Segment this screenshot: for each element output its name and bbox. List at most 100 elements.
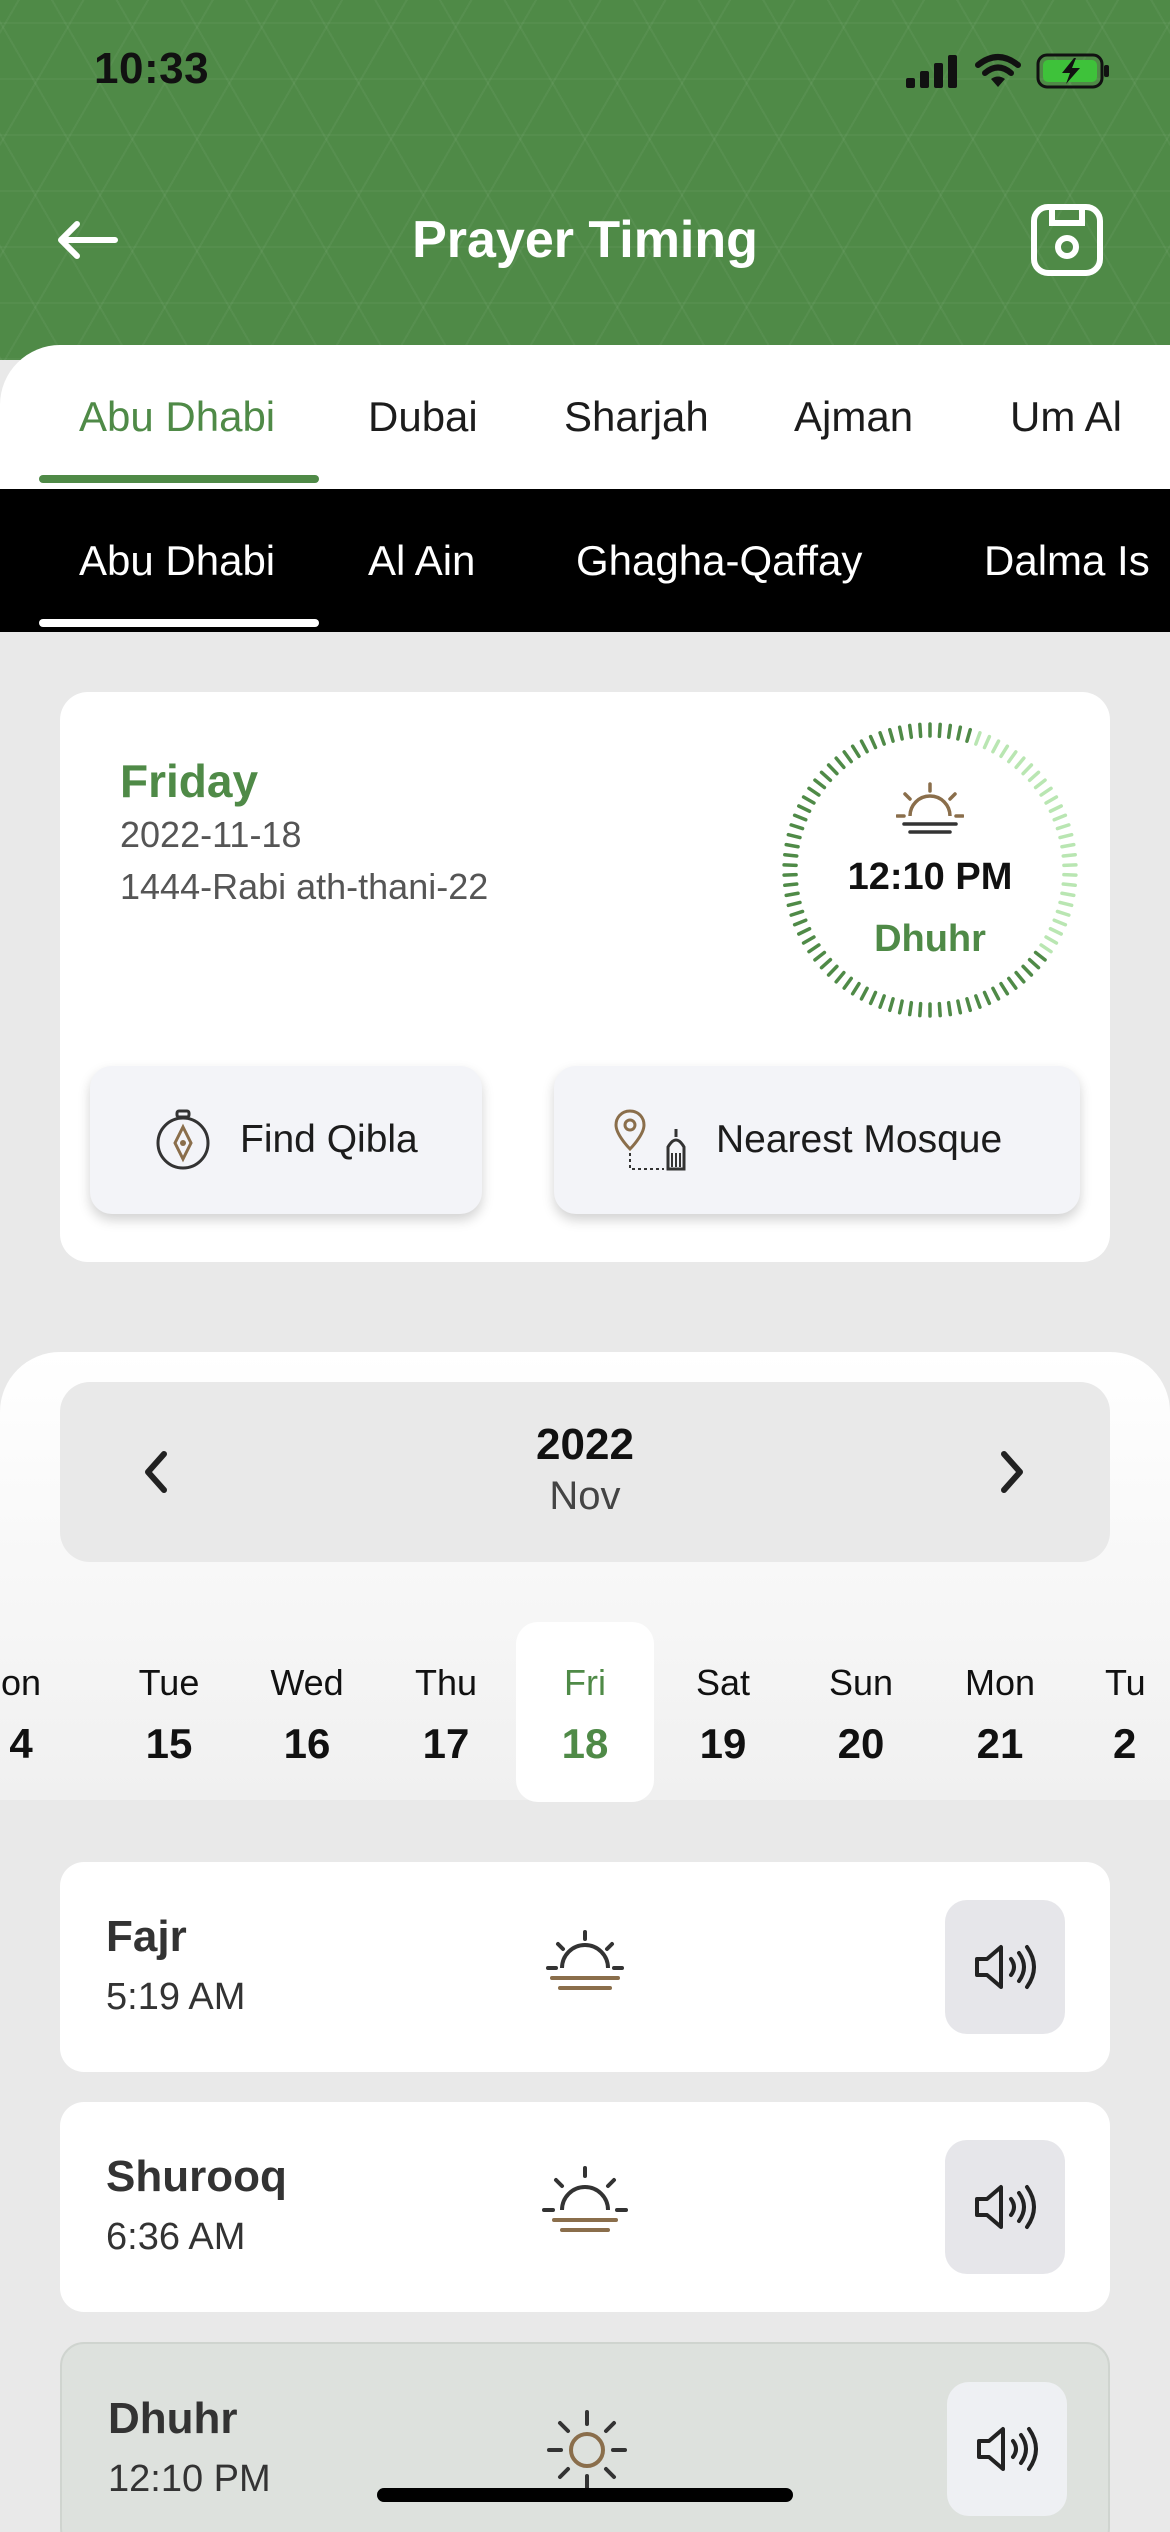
next-month-button[interactable]: [986, 1446, 1038, 1498]
clock-tick: [1060, 842, 1076, 849]
clock-tick: [868, 990, 878, 1006]
nearest-mosque-button[interactable]: Nearest Mosque: [554, 1066, 1080, 1214]
clock-tick: [888, 997, 895, 1013]
clock-tick: [1027, 770, 1041, 783]
day-of-week: Tue: [138, 1662, 200, 1703]
date-card: Friday 2022-11-18 1444-Rabi ath-thani-22…: [60, 692, 1110, 1262]
clock-tick: [834, 970, 846, 984]
day-number: 16: [283, 1720, 331, 1767]
clock-tick: [965, 727, 972, 743]
tab-area-abu-dhabi[interactable]: Abu Dhabi: [79, 537, 275, 585]
clock-tick: [974, 731, 982, 746]
status-icons: [906, 52, 1112, 90]
clock-tick: [946, 1000, 953, 1017]
day-cell-selected[interactable]: Fri 18: [516, 1622, 654, 1802]
prayer-card-shurooq: Shurooq 6:36 AM: [60, 2102, 1110, 2312]
prayer-time: 12:10 PM: [108, 2458, 271, 2500]
day-number: 15: [145, 1720, 193, 1767]
day-cell[interactable]: Tue 15: [100, 1622, 238, 1802]
home-indicator[interactable]: [377, 2488, 793, 2502]
prayer-card-dhuhr: Dhuhr 12:10 PM: [60, 2342, 1110, 2532]
clock-tick: [786, 900, 802, 908]
clock-tick: [826, 763, 839, 776]
clock-tick: [784, 842, 800, 849]
city-tab-indicator: [39, 475, 319, 483]
speaker-icon: [977, 2427, 1038, 2471]
tab-area-dalma-island[interactable]: Dalma Is: [984, 537, 1150, 585]
clock-tick: [868, 734, 878, 750]
sunrise-icon: [546, 1930, 624, 1990]
city-tabs: Abu Dhabi Dubai Sharjah Ajman Um Al: [0, 345, 1170, 489]
day-cell[interactable]: Sun 20: [792, 1622, 930, 1802]
find-qibla-button[interactable]: Find Qibla: [90, 1066, 482, 1214]
tab-city-um-al[interactable]: Um Al: [1010, 393, 1122, 441]
clock-tick: [786, 832, 802, 840]
area-tabs: Abu Dhabi Al Ain Ghagha-Qaffay Dalma Is: [0, 489, 1170, 632]
clock-tick: [878, 994, 886, 1009]
day-of-week: Thu: [414, 1662, 478, 1703]
status-time: 10:33: [94, 44, 210, 93]
wifi-icon: [975, 54, 1021, 87]
clock-tick: [1055, 823, 1071, 831]
clock-tick: [999, 744, 1010, 759]
day-number: 20: [837, 1720, 885, 1767]
day-number: 17: [422, 1720, 470, 1767]
clock-tick: [1039, 786, 1053, 797]
clock-tick: [878, 731, 886, 746]
gregorian-date: 2022-11-18: [120, 814, 302, 855]
clock-tick: [982, 734, 992, 750]
clock-tick: [918, 1001, 923, 1018]
clock-tick: [789, 823, 805, 831]
day-cell[interactable]: Tu 2: [1057, 1622, 1170, 1802]
clock-tick: [946, 723, 953, 740]
day-cell[interactable]: Wed 16: [238, 1622, 376, 1802]
clock-tick: [1055, 909, 1071, 917]
find-qibla-label: Find Qibla: [240, 1118, 418, 1161]
day-cell[interactable]: on 4: [0, 1622, 114, 1802]
day-number: 2: [1113, 1720, 1137, 1767]
tab-area-al-ain[interactable]: Al Ain: [368, 537, 475, 585]
clock-tick: [956, 725, 963, 741]
tab-city-dubai[interactable]: Dubai: [368, 393, 478, 441]
sound-toggle-button[interactable]: [945, 2140, 1065, 2274]
clock-tick: [1033, 778, 1047, 790]
speaker-icon: [975, 2185, 1036, 2229]
prayer-card-fajr: Fajr 5:19 AM: [60, 1862, 1110, 2072]
day-number: 19: [699, 1720, 747, 1767]
clock-tick: [859, 739, 869, 754]
compass-icon: [156, 1109, 210, 1170]
clock-tick: [982, 990, 992, 1006]
calendar-month: Nov: [549, 1474, 621, 1518]
clock-tick: [1007, 750, 1018, 764]
save-icon: [1031, 204, 1103, 276]
tab-city-sharjah[interactable]: Sharjah: [564, 393, 709, 441]
signal-icon: [906, 55, 957, 88]
clock-tick: [888, 727, 895, 743]
save-button[interactable]: [1030, 203, 1104, 277]
day-of-week: Tu: [1105, 1662, 1146, 1703]
sound-toggle-button[interactable]: [945, 1900, 1065, 2034]
clock-tick: [1014, 970, 1026, 984]
day-cell[interactable]: Sat 19: [654, 1622, 792, 1802]
day-cell[interactable]: Thu 17: [377, 1622, 515, 1802]
tab-city-abu-dhabi[interactable]: Abu Dhabi: [79, 393, 275, 441]
day-cell[interactable]: Mon 21: [931, 1622, 1069, 1802]
day-of-week: Fri: [564, 1662, 606, 1703]
day-of-week: on: [0, 1662, 42, 1703]
clock-tick: [801, 795, 816, 805]
hijri-date: 1444-Rabi ath-thani-22: [120, 866, 489, 907]
tab-area-ghagha-qaffay[interactable]: Ghagha-Qaffay: [576, 537, 862, 585]
day-of-week: Mon: [964, 1662, 1036, 1703]
clock-tick: [1044, 795, 1059, 805]
clock-tick: [907, 1000, 914, 1017]
clock-tick: [834, 756, 846, 770]
day-number: 18: [561, 1720, 609, 1767]
day-name: Friday: [120, 755, 259, 807]
sound-toggle-button[interactable]: [947, 2382, 1067, 2516]
month-navigator: 2022 Nov: [60, 1382, 1110, 1562]
tab-city-ajman[interactable]: Ajman: [794, 393, 913, 441]
next-prayer-name: Dhuhr: [874, 918, 986, 960]
prayer-name: Fajr: [106, 1912, 187, 1961]
page-title: Prayer Timing: [412, 211, 758, 269]
clock-tick: [859, 986, 869, 1001]
